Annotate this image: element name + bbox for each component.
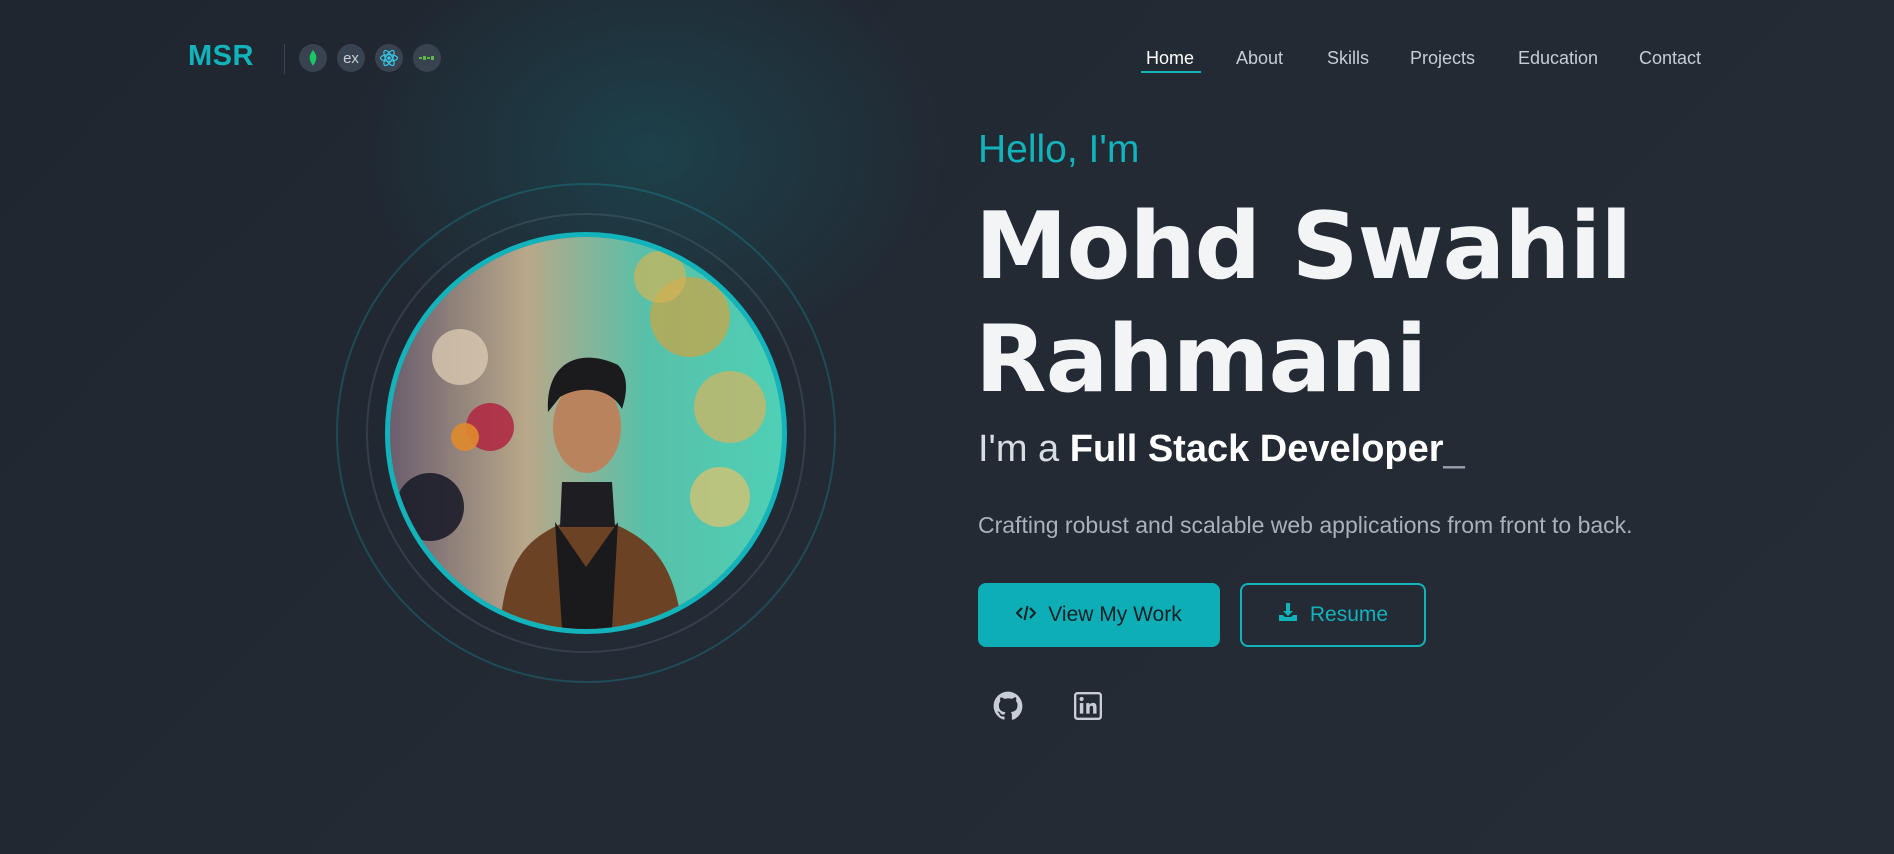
- linkedin-icon[interactable]: [1072, 690, 1104, 722]
- hero-tagline: Crafting robust and scalable web applica…: [978, 512, 1633, 538]
- hero-name: Mohd Swahil Rahmani: [975, 190, 1632, 416]
- nav-link-about[interactable]: About: [1236, 48, 1283, 69]
- nav-link-contact[interactable]: Contact: [1639, 48, 1701, 69]
- express-icon: ex: [337, 44, 365, 72]
- nodejs-icon: [413, 44, 441, 72]
- nav-active-underline: [1141, 71, 1201, 73]
- code-icon: [1015, 603, 1037, 627]
- nav-link-skills[interactable]: Skills: [1327, 48, 1369, 69]
- role-prefix: I'm a: [978, 428, 1060, 470]
- site-logo[interactable]: MSR: [188, 40, 254, 73]
- view-my-work-label: View My Work: [1048, 603, 1182, 626]
- nav-link-projects[interactable]: Projects: [1410, 48, 1475, 69]
- typing-cursor: _: [1443, 428, 1465, 470]
- hero-greeting: Hello, I'm: [978, 128, 1140, 171]
- hero-name-line-2: Rahmani: [975, 305, 1427, 413]
- resume-button[interactable]: Resume: [1240, 583, 1426, 647]
- nav-link-home[interactable]: Home: [1146, 48, 1194, 69]
- hero-name-line-1: Mohd Swahil: [975, 192, 1632, 300]
- resume-label: Resume: [1309, 603, 1389, 626]
- view-my-work-button[interactable]: View My Work: [978, 583, 1220, 647]
- role-title: Full Stack Developer: [1069, 428, 1444, 470]
- github-icon[interactable]: [992, 690, 1024, 722]
- top-navbar: MSR ex Home About Skills Projects Educat…: [0, 0, 1894, 120]
- download-icon: [1278, 602, 1298, 628]
- hero-role: I'm a Full Stack Developer_: [978, 428, 1465, 471]
- logo-divider: [284, 44, 285, 74]
- react-icon: [375, 44, 403, 72]
- nav-link-education[interactable]: Education: [1518, 48, 1598, 69]
- mongodb-icon: [299, 44, 327, 72]
- profile-photo: [385, 232, 787, 634]
